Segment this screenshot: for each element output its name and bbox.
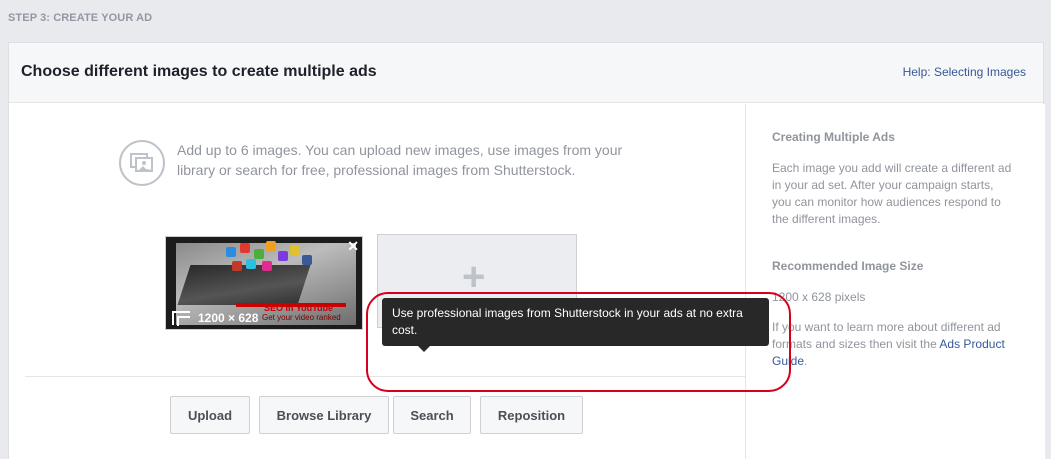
sidebar-image-size-text: 1200 x 628 pixels [772,290,866,304]
sidebar-multiple-ads-text: Each image you add will create a differe… [772,161,1012,226]
reposition-button[interactable]: Reposition [480,396,583,434]
card-title: Choose different images to create multip… [21,63,377,80]
sidebar-heading-multiple-ads: Creating Multiple Ads [772,130,895,144]
search-button[interactable]: Search [393,396,471,434]
thumbnail-overlay-title: SEO In YouTube [264,303,334,313]
image-thumbnail[interactable]: SEO In YouTube Get your video ranked ✕ 1… [165,236,363,330]
create-ad-card: Choose different images to create multip… [8,42,1045,459]
divider [25,376,745,377]
remove-image-icon[interactable]: ✕ [347,238,359,255]
card-header: Choose different images to create multip… [9,43,1043,103]
plus-icon: + [462,255,486,299]
crop-icon[interactable] [172,311,190,326]
step-title: STEP 3: CREATE YOUR AD [8,12,153,24]
sidebar-learn-more-text: If you want to learn more about differen… [772,319,1012,370]
thumbnail-laptop [177,265,311,305]
shutterstock-tooltip: Use professional images from Shutterstoc… [382,298,769,352]
browse-library-button[interactable]: Browse Library [259,396,389,434]
help-sidebar: Creating Multiple Ads Each image you add… [745,104,1045,459]
image-panel: Add up to 6 images. You can upload new i… [9,104,745,459]
thumbnail-overlay-subtitle: Get your video ranked [262,313,341,322]
sidebar-learn-more-suffix: . [804,354,808,368]
intro-text: Add up to 6 images. You can upload new i… [177,142,623,178]
image-size-label: 1200 × 628 [198,311,259,325]
upload-button[interactable]: Upload [170,396,250,434]
sidebar-heading-image-size: Recommended Image Size [772,259,924,273]
image-library-icon [119,140,165,186]
help-selecting-images-link[interactable]: Help: Selecting Images [903,65,1026,79]
